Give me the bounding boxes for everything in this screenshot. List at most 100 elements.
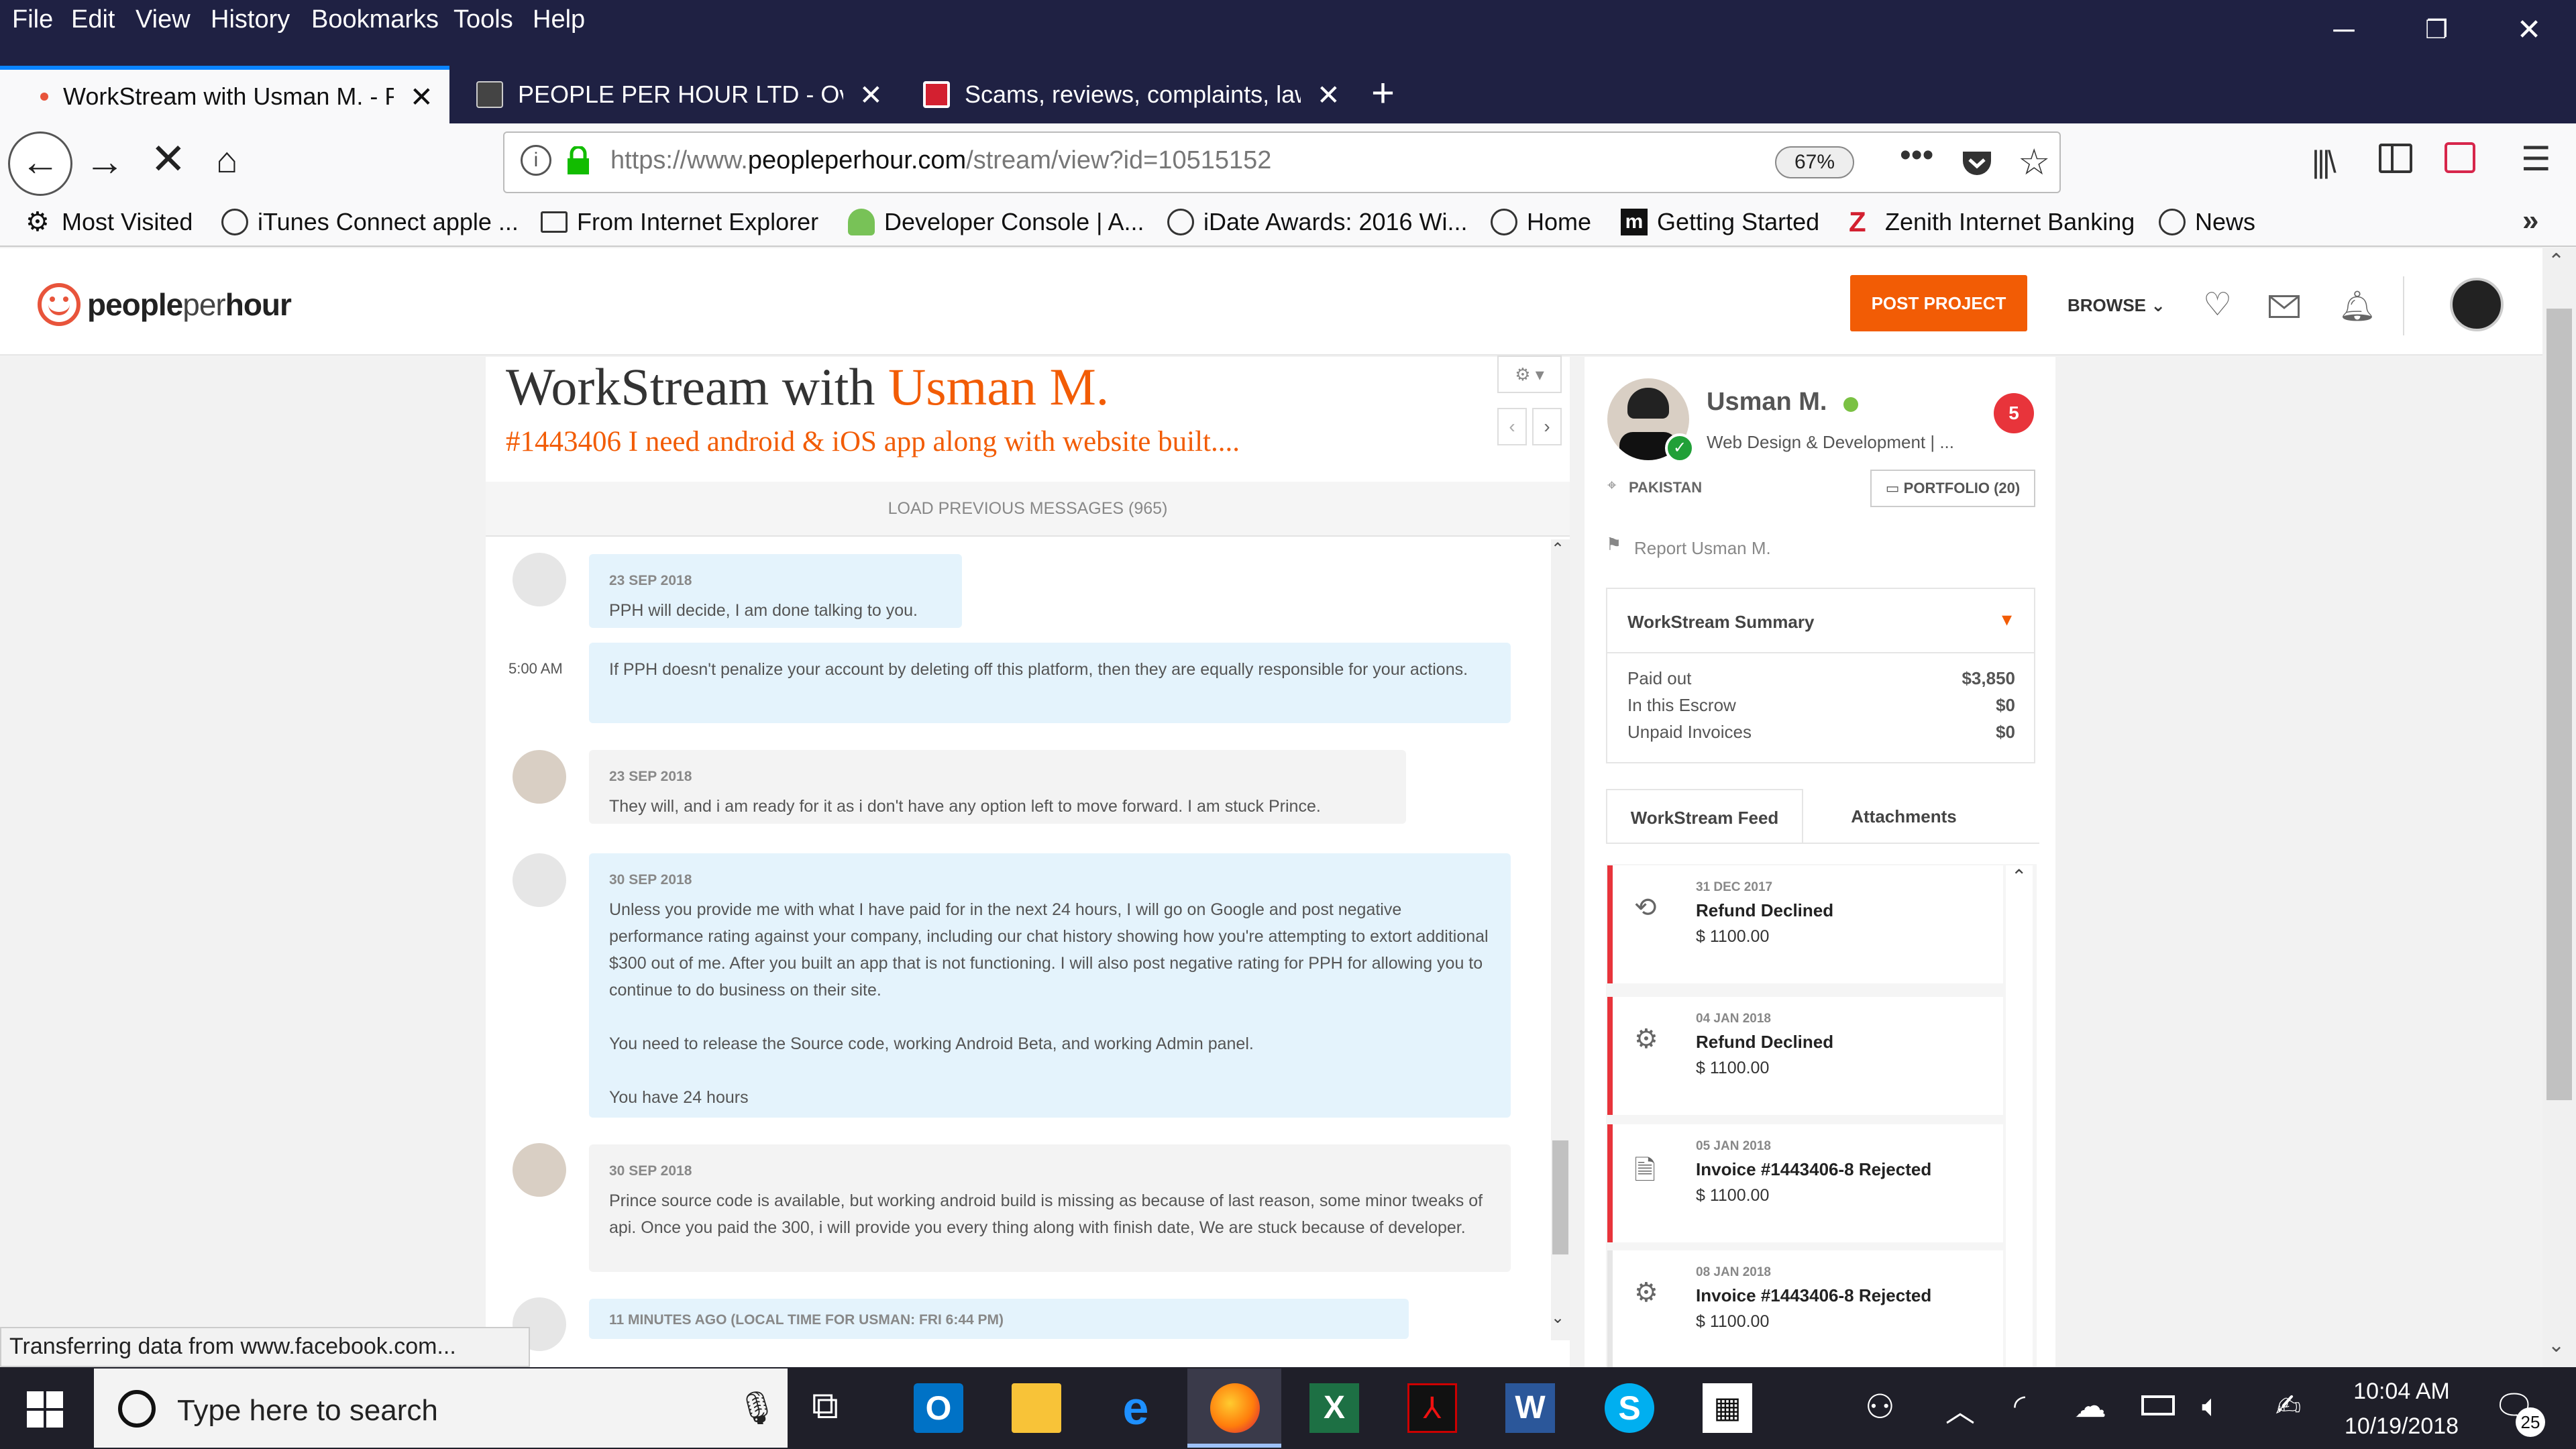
- close-tab-icon[interactable]: ✕: [394, 80, 449, 113]
- post-project-button[interactable]: POST PROJECT: [1850, 275, 2027, 331]
- user-avatar[interactable]: [2450, 278, 2504, 331]
- bookmark-itunes-connect[interactable]: iTunes Connect apple ...: [221, 208, 519, 236]
- hamburger-menu-icon[interactable]: ☰: [2521, 140, 2551, 178]
- close-tab-icon[interactable]: ✕: [843, 78, 899, 111]
- page-actions-icon[interactable]: •••: [1900, 137, 1933, 174]
- summary-label: Unpaid Invoices: [1627, 722, 1752, 742]
- bookmark-news[interactable]: News: [2159, 208, 2255, 236]
- mail-icon[interactable]: [2269, 295, 2300, 318]
- new-tab-button[interactable]: +: [1371, 66, 1395, 121]
- acrobat-icon[interactable]: ⅄: [1407, 1383, 1457, 1433]
- home-button[interactable]: ⌂: [216, 140, 238, 181]
- calculator-icon[interactable]: ▦: [1703, 1383, 1752, 1433]
- excel-icon[interactable]: X: [1309, 1383, 1359, 1433]
- url-bar[interactable]: i https://www.peopleperhour.com/stream/v…: [503, 131, 2061, 193]
- menu-bookmarks[interactable]: Bookmarks: [311, 5, 439, 34]
- scroll-up-chevron-icon[interactable]: ⌃: [1551, 539, 1564, 559]
- microphone-icon[interactable]: 🎙︎: [737, 1389, 777, 1427]
- report-link[interactable]: Report Usman M.: [1634, 538, 1771, 559]
- taskbar-search-box[interactable]: Type here to search 🎙︎: [94, 1368, 788, 1448]
- feed-item[interactable]: 🗎︎ 05 JAN 2018 Invoice #1443406-8 Rejected…: [1607, 1124, 2003, 1242]
- task-view-icon[interactable]: ⧉: [812, 1383, 861, 1433]
- onedrive-cloud-icon[interactable]: ☁: [2074, 1387, 2106, 1425]
- client-avatar: [513, 853, 566, 907]
- people-icon[interactable]: ⚇: [1865, 1387, 1895, 1426]
- bell-icon[interactable]: 🔔︎: [2339, 288, 2376, 323]
- file-explorer-icon[interactable]: [1012, 1383, 1061, 1433]
- feed-item[interactable]: ⚙ 08 JAN 2018 Invoice #1443406-8 Rejected $…: [1607, 1250, 2003, 1368]
- bookmark-zenith-banking[interactable]: Z Zenith Internet Banking: [1849, 208, 2135, 236]
- volume-icon[interactable]: 🔈︎: [2202, 1387, 2220, 1425]
- zoom-indicator[interactable]: 67%: [1775, 146, 1854, 178]
- bookmark-idate-awards[interactable]: iDate Awards: 2016 Wi...: [1167, 208, 1468, 236]
- feed-item[interactable]: ⟲ 31 DEC 2017 Refund Declined $ 1100.00: [1607, 865, 2003, 983]
- bookmarks-overflow-chevron-icon[interactable]: »: [2522, 204, 2538, 237]
- edge-icon[interactable]: e: [1111, 1383, 1161, 1433]
- menu-help[interactable]: Help: [533, 5, 585, 34]
- page-scrollbar[interactable]: ⌃ ⌄: [2542, 248, 2576, 1367]
- load-previous-messages-button[interactable]: LOAD PREVIOUS MESSAGES (965): [486, 482, 1570, 537]
- tab-people-per-hour-ltd[interactable]: PEOPLE PER HOUR LTD - Overview ✕: [456, 66, 899, 123]
- restore-button[interactable]: ❐: [2410, 7, 2463, 54]
- message-bubble: 23 SEP 2018 PPH will decide, I am done ta…: [589, 554, 962, 628]
- forward-button[interactable]: →: [85, 138, 125, 184]
- wifi-icon[interactable]: ◜: [2014, 1389, 2025, 1423]
- bookmark-most-visited[interactable]: ⚙ Most Visited: [25, 208, 193, 236]
- taskbar-clock[interactable]: 10:04 AM 10/19/2018: [2334, 1374, 2469, 1444]
- show-hidden-icons-chevron-icon[interactable]: ︿: [1945, 1387, 1975, 1430]
- pen-ink-icon[interactable]: ✍︎: [2275, 1387, 2302, 1424]
- next-project-button[interactable]: ›: [1532, 408, 1562, 445]
- firefox-taskbar-button[interactable]: [1187, 1368, 1281, 1448]
- menu-history[interactable]: History: [211, 5, 290, 34]
- pph-logo[interactable]: peopleperhour: [38, 283, 292, 326]
- stop-button[interactable]: ✕: [150, 134, 186, 184]
- freelancer-avatar: [513, 750, 566, 804]
- minimize-button[interactable]: ─: [2317, 7, 2371, 54]
- feed-item[interactable]: ⚙ 04 JAN 2018 Refund Declined $ 1100.00: [1607, 997, 2003, 1115]
- pph-favicon-icon: [40, 93, 48, 101]
- word-icon[interactable]: W: [1505, 1383, 1555, 1433]
- close-tab-icon[interactable]: ✕: [1301, 78, 1356, 111]
- summary-value: $3,850: [1962, 668, 2015, 688]
- bookmark-from-internet-explorer[interactable]: From Internet Explorer: [541, 208, 818, 236]
- settings-dropdown[interactable]: ⚙ ▾: [1497, 356, 1562, 393]
- bookmark-star-icon[interactable]: ☆: [2018, 141, 2050, 183]
- bookmark-getting-started[interactable]: m Getting Started: [1621, 208, 1819, 236]
- browse-menu[interactable]: BROWSE ⌄: [2068, 295, 2165, 316]
- m-logo-icon: m: [1621, 209, 1648, 235]
- menu-edit[interactable]: Edit: [71, 5, 115, 34]
- page-title: WorkStream with Usman M.: [506, 358, 1110, 416]
- bookmark-home[interactable]: Home: [1491, 208, 1591, 236]
- tab-scams-reviews[interactable]: Scams, reviews, complaints, lawsuits ✕: [903, 66, 1356, 123]
- globe-icon: [1491, 209, 1517, 235]
- menu-view[interactable]: View: [136, 5, 191, 34]
- workstream-summary-header[interactable]: WorkStream Summary ▾: [1606, 588, 2035, 653]
- tab-attachments[interactable]: Attachments: [1803, 789, 2004, 844]
- battery-icon[interactable]: [2141, 1395, 2175, 1415]
- messages-scrollbar-thumb[interactable]: [1552, 1140, 1568, 1254]
- bookmark-developer-console[interactable]: Developer Console | A...: [848, 208, 1144, 236]
- info-icon[interactable]: i: [521, 145, 551, 176]
- freelancer-name[interactable]: Usman M.: [1707, 388, 1827, 417]
- menu-tools[interactable]: Tools: [453, 5, 513, 34]
- tab-workstream[interactable]: WorkStream with Usman M. - PeoplePerHour…: [0, 66, 449, 123]
- menu-file[interactable]: File: [12, 5, 53, 34]
- windows-start-icon[interactable]: [27, 1391, 63, 1428]
- scroll-down-chevron-icon[interactable]: ⌄: [1551, 1308, 1564, 1328]
- close-window-button[interactable]: ✕: [2502, 7, 2556, 54]
- tab-workstream-feed[interactable]: WorkStream Feed: [1606, 789, 1803, 844]
- back-button[interactable]: ←: [8, 131, 72, 196]
- feed-scrollbar[interactable]: ⌃: [2006, 865, 2033, 1367]
- library-icon[interactable]: |||\: [2312, 144, 2337, 180]
- project-subtitle[interactable]: #1443406 I need android & iOS app along …: [506, 425, 1240, 458]
- skype-icon[interactable]: S: [1605, 1383, 1654, 1433]
- extension-icon[interactable]: [2445, 142, 2475, 173]
- pocket-icon[interactable]: [1962, 149, 1992, 177]
- portfolio-button[interactable]: ▭ PORTFOLIO (20): [1870, 470, 2035, 507]
- heart-icon[interactable]: ♡: [2203, 286, 2232, 323]
- ripoff-favicon-icon: [923, 81, 950, 108]
- outlook-icon[interactable]: O: [914, 1383, 963, 1433]
- message-time: 5:00 AM: [508, 660, 563, 677]
- sidebar-icon[interactable]: [2379, 144, 2412, 173]
- previous-project-button[interactable]: ‹: [1497, 408, 1527, 445]
